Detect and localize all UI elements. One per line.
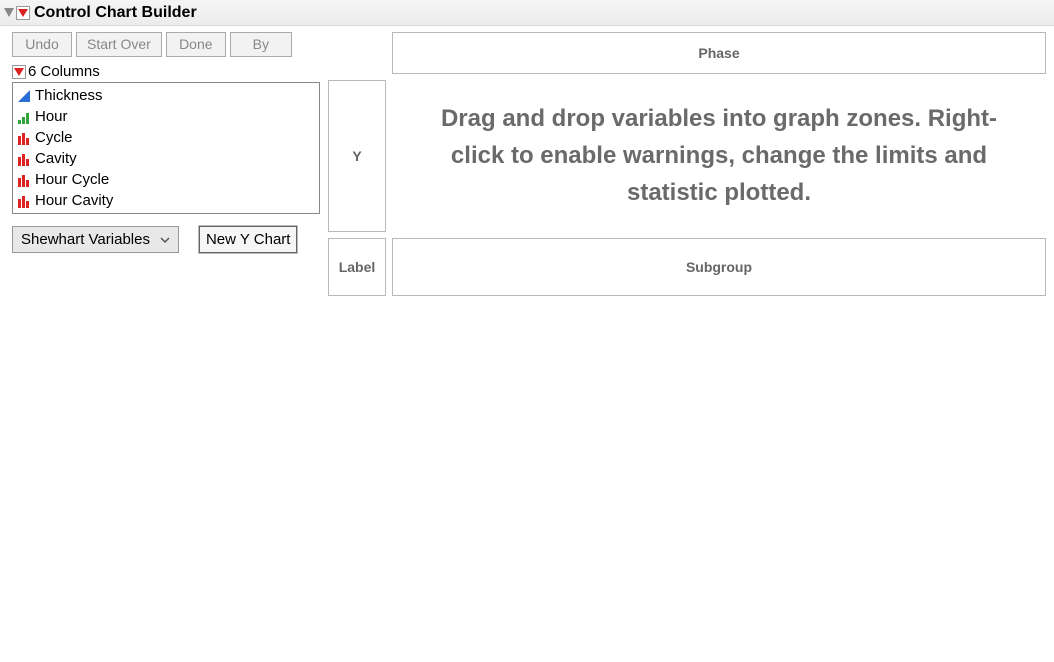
done-button[interactable]: Done: [166, 32, 226, 57]
column-item[interactable]: Cycle: [17, 127, 315, 148]
zone-label: Subgroup: [686, 259, 752, 275]
column-label: Cavity: [35, 150, 77, 167]
zone-label: Y: [352, 148, 361, 164]
column-label: Hour Cycle: [35, 171, 109, 188]
label-drop-zone[interactable]: Label: [328, 238, 386, 296]
action-toolbar: Undo Start Over Done By: [12, 32, 320, 57]
chart-type-controls: Shewhart Variables New Y Chart: [12, 226, 320, 253]
nominal-icon: [17, 194, 31, 208]
new-y-chart-button[interactable]: New Y Chart: [199, 226, 298, 253]
ordinal-icon: [17, 110, 31, 124]
columns-red-triangle-menu-icon[interactable]: [12, 65, 26, 79]
start-over-button[interactable]: Start Over: [76, 32, 162, 57]
graph-builder-area: Phase Y Drag and drop variables into gra…: [328, 32, 1046, 296]
zone-label: Label: [339, 259, 376, 275]
column-label: Thickness: [35, 87, 103, 104]
nominal-icon: [17, 152, 31, 166]
zone-label: Phase: [698, 45, 739, 61]
disclosure-triangle-icon[interactable]: [4, 8, 14, 18]
panel-header: Control Chart Builder: [0, 0, 1054, 26]
canvas-instruction-text: Drag and drop variables into graph zones…: [422, 100, 1016, 212]
columns-header: 6 Columns: [12, 63, 320, 80]
phase-drop-zone[interactable]: Phase: [392, 32, 1046, 74]
column-item[interactable]: Hour: [17, 106, 315, 127]
chart-type-selected-label: Shewhart Variables: [21, 231, 150, 248]
chevron-down-icon: [160, 236, 170, 244]
column-item[interactable]: Cavity: [17, 148, 315, 169]
y-drop-zone[interactable]: Y: [328, 80, 386, 232]
nominal-icon: [17, 173, 31, 187]
continuous-icon: [17, 89, 31, 103]
nominal-icon: [17, 131, 31, 145]
undo-button[interactable]: Undo: [12, 32, 72, 57]
left-panel: Undo Start Over Done By 6 Columns Thickn…: [12, 32, 320, 296]
column-item[interactable]: Hour Cycle: [17, 169, 315, 190]
column-item[interactable]: Hour Cavity: [17, 190, 315, 211]
column-label: Hour: [35, 108, 68, 125]
graph-canvas[interactable]: Drag and drop variables into graph zones…: [392, 80, 1046, 232]
column-label: Cycle: [35, 129, 73, 146]
column-item[interactable]: Thickness: [17, 85, 315, 106]
columns-list: Thickness Hour: [12, 82, 320, 214]
chart-type-select[interactable]: Shewhart Variables: [12, 226, 179, 253]
column-label: Hour Cavity: [35, 192, 113, 209]
subgroup-drop-zone[interactable]: Subgroup: [392, 238, 1046, 296]
columns-count-label: 6 Columns: [28, 63, 100, 80]
panel-title: Control Chart Builder: [34, 4, 197, 22]
red-triangle-menu-icon[interactable]: [16, 6, 30, 20]
by-button[interactable]: By: [230, 32, 292, 57]
